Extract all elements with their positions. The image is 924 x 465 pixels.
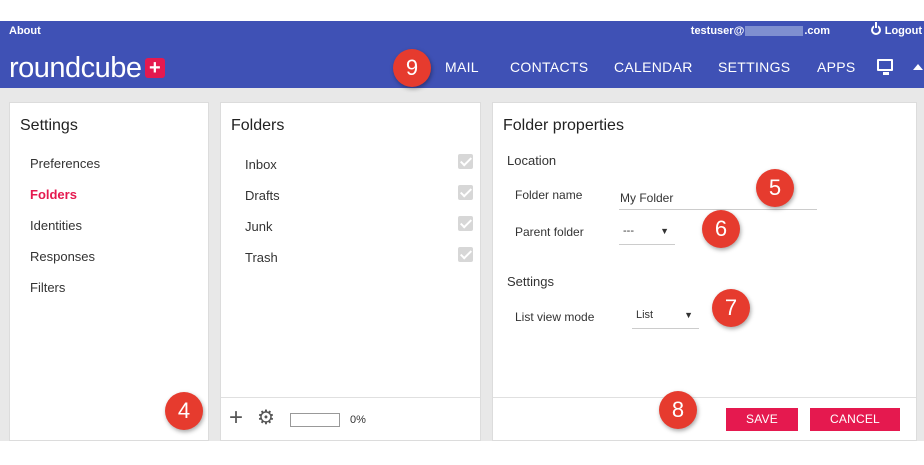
parent-folder-select[interactable]: --- ▼ (619, 221, 675, 245)
nav-settings[interactable]: SETTINGS (718, 59, 790, 75)
power-icon (870, 22, 881, 35)
settings-item-identities[interactable]: Identities (30, 218, 82, 233)
folder-item-drafts[interactable]: Drafts (245, 188, 280, 203)
folder-item-junk[interactable]: Junk (245, 219, 272, 234)
subscribe-checkbox-drafts[interactable] (458, 185, 473, 200)
about-link[interactable]: About (9, 25, 41, 37)
user-email-prefix: testuser@ (690, 25, 745, 37)
quota-bar (290, 413, 340, 427)
callout-badge-8: 8 (659, 391, 697, 429)
dropdown-arrow-icon: ▼ (684, 310, 693, 320)
cancel-button[interactable]: CANCEL (810, 408, 900, 431)
logout-label: Logout (884, 25, 922, 37)
nav-mail[interactable]: MAIL (445, 59, 479, 75)
folder-properties-panel: Folder properties Location Folder name P… (492, 102, 917, 441)
user-email-suffix: .com (804, 25, 830, 37)
list-view-mode-select[interactable]: List ▼ (632, 305, 699, 329)
quota-text: 0% (350, 414, 366, 426)
parent-folder-value: --- (623, 225, 634, 237)
save-button[interactable]: SAVE (726, 408, 798, 431)
subscribe-checkbox-trash[interactable] (458, 247, 473, 262)
user-account: testuser@ .com (691, 25, 830, 37)
folder-item-inbox[interactable]: Inbox (245, 157, 277, 172)
settings-title: Settings (20, 117, 78, 134)
redacted-domain (745, 26, 804, 37)
caret-up-icon[interactable] (913, 64, 923, 70)
settings-item-preferences[interactable]: Preferences (30, 156, 100, 171)
settings-section-label: Settings (507, 274, 554, 289)
settings-item-folders[interactable]: Folders (30, 187, 77, 202)
callout-badge-7: 7 (712, 289, 750, 327)
subscribe-checkbox-junk[interactable] (458, 216, 473, 231)
logo-text: roundcube (9, 52, 142, 84)
settings-item-filters[interactable]: Filters (30, 280, 65, 295)
folders-panel: Folders Inbox Drafts Junk Trash + ⚙ 0% (220, 102, 481, 441)
location-section-label: Location (507, 153, 557, 168)
settings-item-responses[interactable]: Responses (30, 249, 95, 264)
gear-icon[interactable]: ⚙ (257, 406, 275, 430)
list-view-mode-value: List (636, 309, 654, 321)
folders-title: Folders (231, 117, 285, 134)
nav-calendar[interactable]: CALENDAR (614, 59, 693, 75)
logout-link[interactable]: Logout (870, 22, 922, 37)
nav-contacts[interactable]: CONTACTS (510, 59, 588, 75)
dropdown-arrow-icon: ▼ (660, 226, 669, 236)
header-bar: About testuser@ .com Logout roundcube + MA… (0, 21, 924, 88)
folder-name-label: Folder name (515, 188, 583, 202)
callout-badge-9: 9 (393, 49, 431, 87)
parent-folder-label: Parent folder (515, 225, 584, 239)
folder-item-trash[interactable]: Trash (245, 250, 278, 265)
folders-footer: + ⚙ 0% (221, 397, 480, 440)
subscribe-checkbox-inbox[interactable] (458, 154, 473, 169)
callout-badge-5: 5 (756, 169, 794, 207)
settings-panel: Settings Preferences Folders Identities … (9, 102, 209, 441)
folder-properties-title: Folder properties (503, 117, 624, 134)
nav-apps[interactable]: APPS (817, 59, 856, 75)
roundcube-app: About testuser@ .com Logout roundcube + MA… (0, 21, 924, 441)
roundcube-logo[interactable]: roundcube + (9, 52, 165, 85)
logo-plus-icon: + (144, 58, 165, 78)
callout-badge-6: 6 (702, 210, 740, 248)
list-view-mode-label: List view mode (515, 310, 595, 324)
plus-icon[interactable]: + (229, 406, 243, 430)
callout-badge-4: 4 (165, 392, 203, 430)
monitor-icon[interactable] (877, 59, 893, 75)
